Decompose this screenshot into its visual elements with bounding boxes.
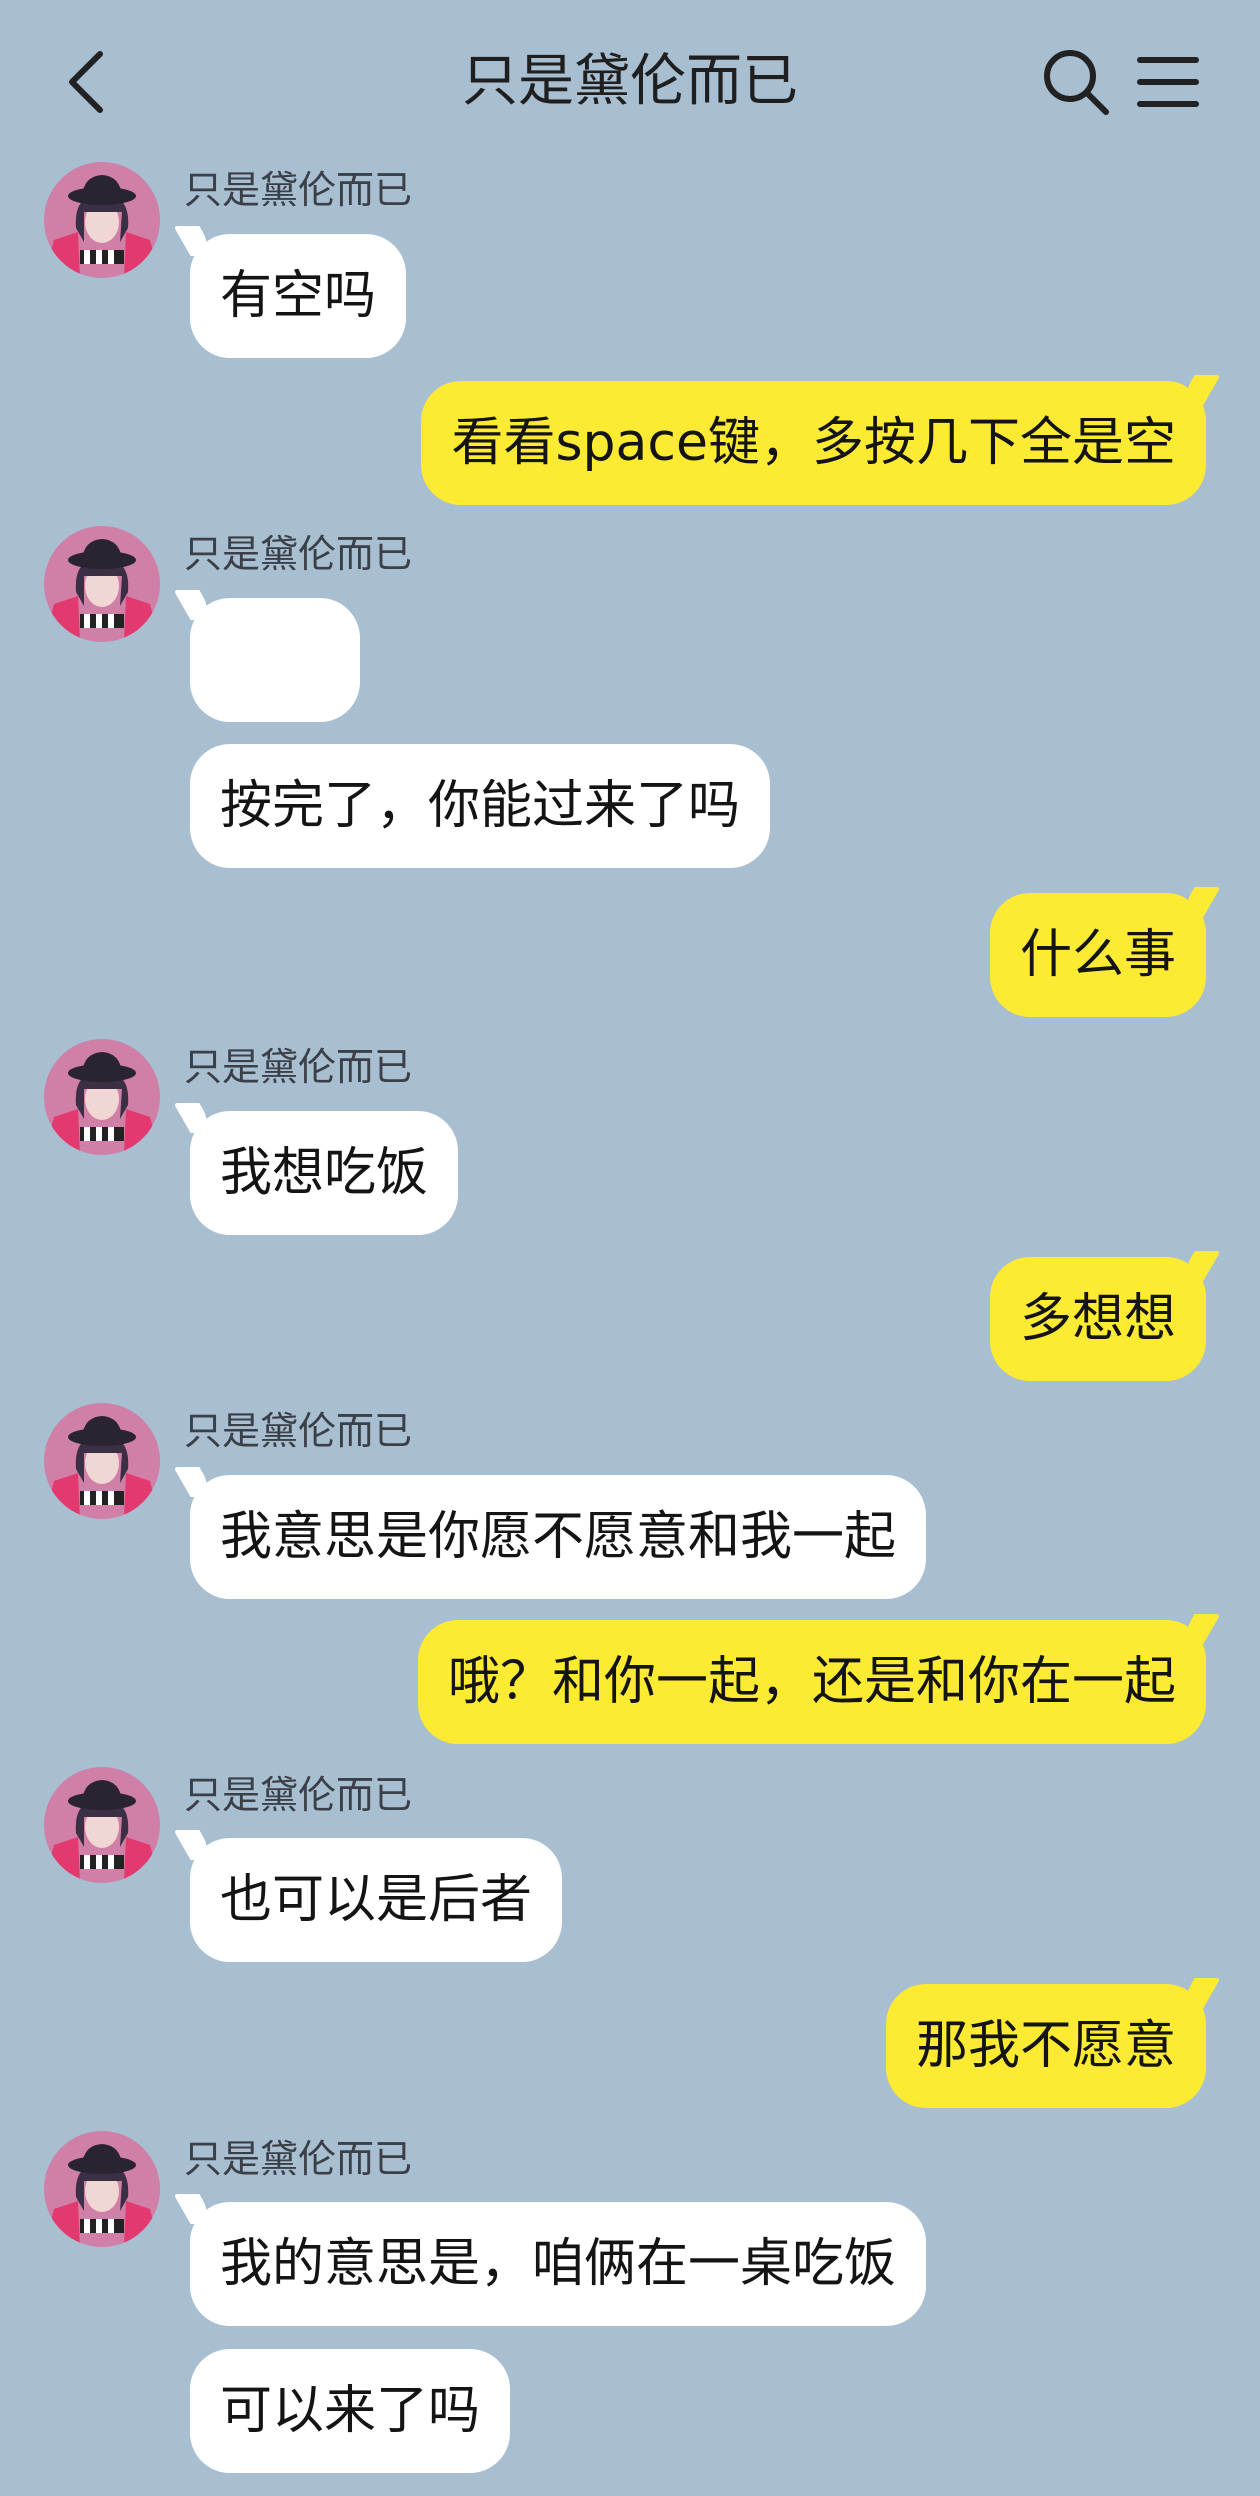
message-bubble-incoming[interactable]: 按完了，你能过来了吗: [190, 744, 771, 868]
sender-name: 只是黛伦而已: [184, 2137, 413, 2181]
message-bubble-outgoing[interactable]: 多想想: [989, 1257, 1206, 1381]
avatar-image: [44, 1767, 160, 1883]
chat-screen: 只是黛伦而已 只是黛伦而已 有空吗 看看space键，多按几下全是空 只是黛伦而…: [0, 0, 1260, 2496]
avatar-image: [44, 1039, 160, 1155]
avatar[interactable]: [44, 1039, 160, 1155]
message-bubble-outgoing[interactable]: 什么事: [989, 893, 1206, 1017]
sender-name: 只是黛伦而已: [184, 532, 413, 576]
message-bubble-outgoing[interactable]: 看看space键，多按几下全是空: [421, 381, 1206, 505]
message-bubble-incoming[interactable]: 我的意思是，咱俩在一桌吃饭: [190, 2202, 927, 2326]
message-bubble-incoming-blank[interactable]: [190, 598, 360, 722]
message-bubble-incoming[interactable]: 也可以是后者: [190, 1838, 563, 1962]
avatar-image: [44, 162, 160, 278]
search-icon: [1044, 50, 1109, 115]
chat-header: 只是黛伦而已: [0, 0, 1260, 160]
menu-button[interactable]: [1136, 50, 1200, 114]
menu-icon: [1137, 57, 1199, 107]
avatar[interactable]: [44, 526, 160, 642]
avatar-image: [44, 1403, 160, 1519]
message-bubble-incoming[interactable]: 我想吃饭: [190, 1111, 459, 1235]
message-bubble-incoming[interactable]: 可以来了吗: [190, 2349, 511, 2473]
sender-name: 只是黛伦而已: [184, 1045, 413, 1089]
search-button[interactable]: [1040, 46, 1112, 118]
sender-name: 只是黛伦而已: [184, 1773, 413, 1817]
avatar[interactable]: [44, 1767, 160, 1883]
sender-name: 只是黛伦而已: [184, 168, 413, 212]
message-bubble-incoming[interactable]: 有空吗: [190, 234, 407, 358]
avatar[interactable]: [44, 162, 160, 278]
avatar-image: [44, 526, 160, 642]
message-bubble-outgoing[interactable]: 哦？和你一起，还是和你在一起: [417, 1620, 1206, 1744]
message-bubble-outgoing[interactable]: 那我不愿意: [885, 1984, 1206, 2108]
sender-name: 只是黛伦而已: [184, 1409, 413, 1453]
avatar-image: [44, 2131, 160, 2247]
avatar[interactable]: [44, 2131, 160, 2247]
message-bubble-incoming[interactable]: 我意思是你愿不愿意和我一起: [190, 1475, 927, 1599]
avatar[interactable]: [44, 1403, 160, 1519]
